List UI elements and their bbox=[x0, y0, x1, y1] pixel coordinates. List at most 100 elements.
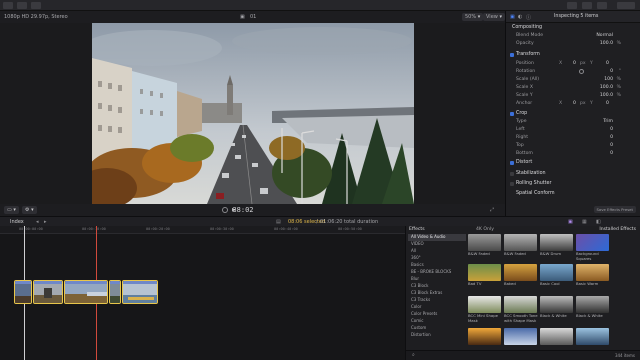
share-icon[interactable] bbox=[617, 2, 635, 9]
timeline-clip[interactable] bbox=[33, 280, 63, 304]
anchor-y-value[interactable]: 0 bbox=[606, 100, 609, 107]
crop-top-row: Top 0 bbox=[506, 142, 640, 149]
enhance-menu[interactable]: ⚙ ▾ bbox=[22, 206, 37, 214]
rolling-shutter-section[interactable]: Rolling Shutter bbox=[506, 180, 640, 188]
anchor-label: Anchor bbox=[516, 101, 533, 106]
color-inspector-icon[interactable]: ◐ bbox=[518, 14, 522, 20]
fx-thumbnail[interactable] bbox=[540, 264, 573, 281]
fx-thumbnail[interactable] bbox=[540, 234, 573, 251]
anchor-x-axis: X bbox=[559, 101, 563, 106]
timecode-display[interactable]: 38:02 bbox=[218, 205, 268, 215]
fx-category-item[interactable]: All bbox=[408, 248, 466, 255]
library-icon[interactable] bbox=[3, 2, 13, 9]
browser-toggle-icon[interactable] bbox=[567, 2, 577, 9]
fx-category-item[interactable]: BE - BROKE BLOCKS bbox=[408, 269, 466, 276]
crop-left-value[interactable]: 0 bbox=[610, 126, 613, 133]
video-inspector-icon[interactable]: ▣ bbox=[510, 14, 515, 20]
transitions-icon[interactable]: ◧ bbox=[596, 219, 601, 225]
index-button[interactable]: Index bbox=[10, 219, 24, 225]
save-effects-preset-button[interactable]: Save Effects Preset bbox=[593, 206, 636, 213]
import-icon[interactable] bbox=[17, 2, 27, 9]
fx-thumbnail[interactable] bbox=[468, 296, 501, 313]
fx-thumbnail[interactable] bbox=[504, 328, 537, 345]
crop-section[interactable]: Crop bbox=[506, 110, 640, 118]
crop-checkbox[interactable] bbox=[510, 112, 514, 116]
fx-category-item[interactable]: C3 Tracks bbox=[408, 297, 466, 304]
fx-category-item[interactable]: Custom bbox=[408, 325, 466, 332]
fx-thumbnail[interactable] bbox=[540, 296, 573, 313]
installed-effects-menu[interactable]: Installed Effects bbox=[599, 227, 636, 232]
fx-category-item[interactable]: Color Presets bbox=[408, 311, 466, 318]
position-x-value[interactable]: 0 bbox=[573, 60, 576, 67]
distort-checkbox[interactable] bbox=[510, 161, 514, 165]
rolling-shutter-checkbox[interactable] bbox=[510, 182, 514, 186]
4k-only-filter[interactable]: 4K Only bbox=[476, 227, 494, 232]
crop-left-label: Left bbox=[516, 127, 525, 132]
distort-section[interactable]: Distort bbox=[506, 159, 640, 167]
fx-category-item[interactable]: Distortion bbox=[408, 332, 466, 339]
fx-thumbnail[interactable] bbox=[576, 234, 609, 251]
fx-thumbnail[interactable] bbox=[468, 328, 501, 345]
crop-bottom-label: Bottom bbox=[516, 151, 533, 156]
crop-bottom-value[interactable]: 0 bbox=[610, 150, 613, 157]
fx-category-item[interactable]: C3 Block bbox=[408, 283, 466, 290]
fx-thumbnail[interactable] bbox=[576, 296, 609, 313]
anchor-x-value[interactable]: 0 bbox=[573, 100, 576, 107]
clip-appearance-icon[interactable]: ▣ bbox=[568, 219, 573, 225]
timeline-toggle-icon[interactable] bbox=[582, 2, 592, 9]
info-inspector-icon[interactable]: ⓘ bbox=[526, 14, 531, 21]
inspector-toggle-icon[interactable] bbox=[597, 2, 607, 9]
zoom-menu[interactable]: 50% ▾ bbox=[462, 13, 484, 21]
rotation-value[interactable]: 0 bbox=[610, 68, 613, 75]
crop-top-value[interactable]: 0 bbox=[610, 142, 613, 149]
fx-category-item[interactable]: 360° bbox=[408, 255, 466, 262]
fullscreen-icon[interactable]: ⤢ bbox=[490, 207, 494, 213]
compositing-section[interactable]: Compositing bbox=[506, 24, 640, 32]
fx-thumbnail[interactable] bbox=[468, 234, 501, 251]
crop-right-value[interactable]: 0 bbox=[610, 134, 613, 141]
fx-thumbnail[interactable] bbox=[576, 264, 609, 281]
blend-mode-value[interactable]: Normal bbox=[596, 32, 613, 39]
view-menu[interactable]: View ▾ bbox=[483, 13, 505, 21]
effects-search-icon[interactable]: ⌕ bbox=[412, 352, 415, 358]
fx-category-item[interactable]: Color bbox=[408, 304, 466, 311]
scale-all-value[interactable]: 100 bbox=[604, 76, 613, 83]
fx-category-item[interactable]: C3 Block Extras bbox=[408, 290, 466, 297]
fx-category-item[interactable]: All Video & Audio bbox=[408, 234, 466, 241]
fx-thumbnail[interactable] bbox=[504, 264, 537, 281]
fx-item-name: Basic Warm bbox=[576, 281, 599, 286]
transform-tool-menu[interactable]: ▭ ▾ bbox=[4, 206, 19, 214]
opacity-value[interactable]: 100.0 bbox=[600, 40, 613, 47]
stabilization-checkbox[interactable] bbox=[510, 172, 514, 176]
fx-thumbnail[interactable] bbox=[540, 328, 573, 345]
fx-thumbnail[interactable] bbox=[468, 264, 501, 281]
fx-thumbnail[interactable] bbox=[504, 296, 537, 313]
fx-thumbnail[interactable] bbox=[576, 328, 609, 345]
crop-type-value[interactable]: Trim bbox=[603, 118, 613, 125]
stabilization-section[interactable]: Stabilization bbox=[506, 170, 640, 178]
position-y-value[interactable]: 0 bbox=[606, 60, 609, 67]
timeline-clip[interactable] bbox=[122, 280, 158, 304]
timeline-back-icon[interactable]: ◂ bbox=[36, 219, 39, 225]
timeline-forward-icon[interactable]: ▸ bbox=[44, 219, 47, 225]
spatial-conform-section[interactable]: Spatial Conform bbox=[506, 190, 640, 198]
fx-category-item[interactable]: VIDEO bbox=[408, 241, 466, 248]
timeline-clip[interactable] bbox=[109, 280, 121, 304]
fx-thumbnail[interactable] bbox=[504, 234, 537, 251]
video-viewer[interactable] bbox=[92, 23, 414, 204]
timeline-ruler[interactable]: 00:00:00:00 00:00:10:00 00:00:20:00 00:0… bbox=[0, 226, 405, 234]
scale-y-value[interactable]: 100.0 bbox=[600, 92, 613, 99]
effects-browser-icon[interactable]: ▦ bbox=[582, 219, 587, 225]
transform-section[interactable]: Transform bbox=[506, 51, 640, 59]
rotation-dial[interactable] bbox=[579, 69, 584, 74]
crop-type-label: Type bbox=[516, 119, 527, 124]
timeline-clip[interactable] bbox=[14, 280, 32, 304]
fx-category-item[interactable]: Blur bbox=[408, 276, 466, 283]
settings-icon[interactable] bbox=[31, 2, 41, 9]
transform-checkbox[interactable] bbox=[510, 53, 514, 57]
fx-category-item[interactable]: Comic bbox=[408, 318, 466, 325]
rotation-label: Rotation bbox=[516, 69, 536, 74]
timeline-clip[interactable] bbox=[64, 280, 108, 304]
fx-category-item[interactable]: Basics bbox=[408, 262, 466, 269]
scale-x-value[interactable]: 100.0 bbox=[600, 84, 613, 91]
